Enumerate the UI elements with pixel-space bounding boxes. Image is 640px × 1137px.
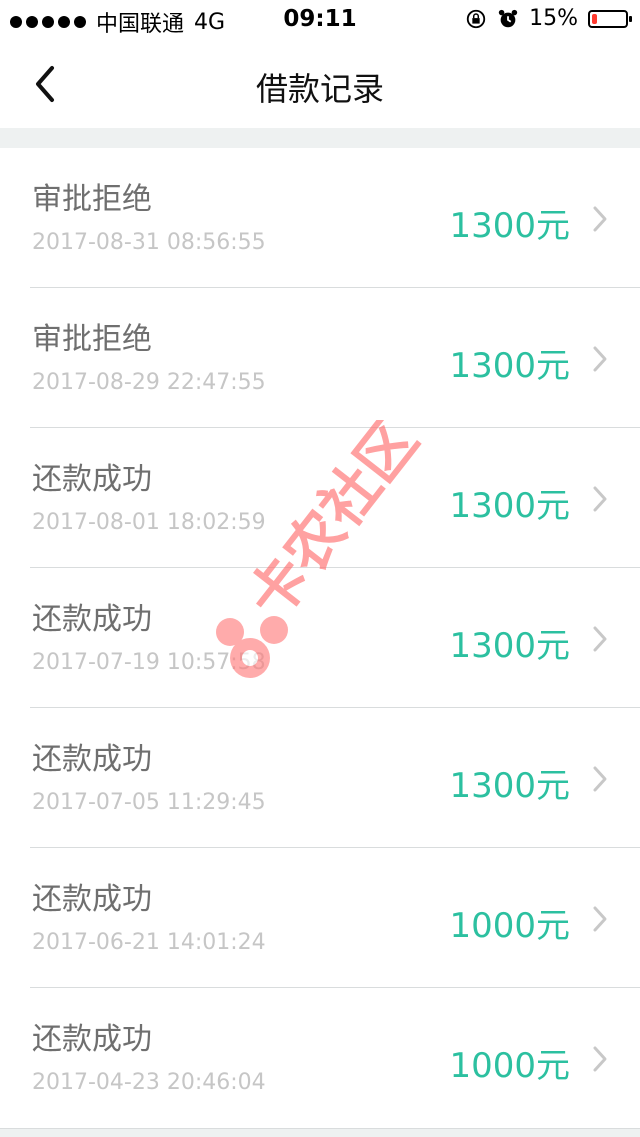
orientation-lock-icon [466,9,486,28]
record-amount: 1300元 [449,486,570,526]
record-row[interactable]: 还款成功 2017-07-05 11:29:45 1300元 [0,708,640,848]
record-row[interactable]: 还款成功 2017-07-19 10:57:58 1300元 [0,568,640,708]
record-status: 还款成功 [32,462,152,497]
record-time: 2017-08-01 18:02:59 [32,510,266,535]
chevron-right-icon [593,486,607,512]
chevron-right-icon [593,766,607,792]
record-row[interactable]: 审批拒绝 2017-08-29 22:47:55 1300元 [0,288,640,428]
record-status: 还款成功 [32,742,152,777]
status-bar: 中国联通 4G 09:11 15% [0,0,640,40]
record-time: 2017-07-19 10:57:58 [32,650,266,675]
record-row[interactable]: 还款成功 2017-04-23 20:46:04 1000元 [0,988,640,1128]
battery-fill [592,13,597,24]
record-status: 审批拒绝 [32,182,152,217]
record-time: 2017-07-05 11:29:45 [32,790,266,815]
battery-icon [588,9,632,28]
chevron-right-icon [593,346,607,372]
record-status: 还款成功 [32,602,152,637]
record-time: 2017-04-23 20:46:04 [32,1070,266,1095]
record-time: 2017-08-29 22:47:55 [32,370,266,395]
record-status: 审批拒绝 [32,322,152,357]
status-right: 15% [465,6,632,31]
page-title: 借款记录 [255,70,384,108]
record-time: 2017-06-21 14:01:24 [32,930,266,955]
record-status: 还款成功 [32,882,152,917]
record-row[interactable]: 还款成功 2017-08-01 18:02:59 1300元 [0,428,640,568]
record-row[interactable]: 还款成功 2017-06-21 14:01:24 1000元 [0,848,640,988]
record-status: 还款成功 [32,1022,152,1057]
section-gap [0,128,640,149]
record-amount: 1300元 [449,206,570,246]
record-amount: 1300元 [449,346,570,386]
chevron-right-icon [593,206,607,232]
record-amount: 1000元 [449,1046,570,1086]
chevron-right-icon [593,626,607,652]
loan-records-list: 审批拒绝 2017-08-31 08:56:55 1300元 审批拒绝 2017… [0,148,640,1128]
record-amount: 1300元 [449,626,570,666]
navigation-bar: 借款记录 [0,40,640,128]
alarm-icon [498,9,518,27]
record-time: 2017-08-31 08:56:55 [32,230,266,255]
chevron-right-icon [593,906,607,932]
chevron-right-icon [593,1046,607,1072]
record-row[interactable]: 审批拒绝 2017-08-31 08:56:55 1300元 [0,148,640,288]
battery-percent: 15% [529,6,578,31]
record-amount: 1300元 [449,766,570,806]
record-amount: 1000元 [449,906,570,946]
